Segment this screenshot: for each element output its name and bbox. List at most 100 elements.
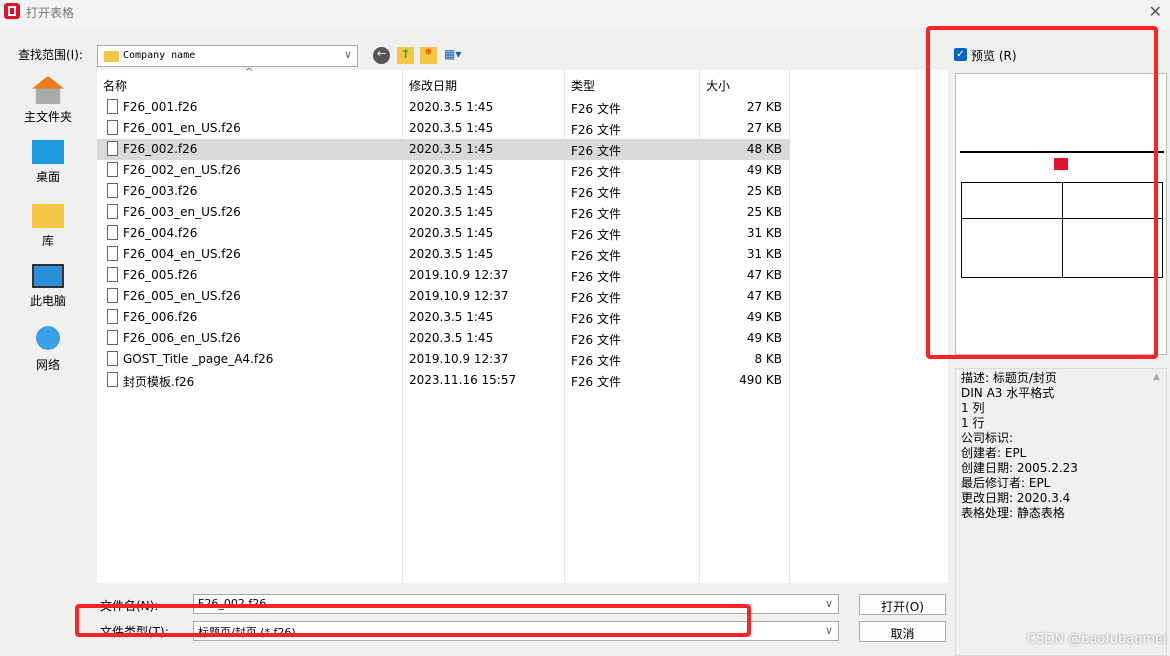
header-date[interactable]: 修改日期 <box>409 77 457 94</box>
file-size: 27 KB <box>746 100 782 114</box>
header-size[interactable]: 大小 <box>706 77 730 94</box>
file-icon <box>107 246 118 261</box>
folder-icon <box>104 51 119 62</box>
watermark: CSDN @baofubaomei <box>1027 632 1167 647</box>
file-row[interactable]: 封页模板.f26 2023.11.16 15:57 F26 文件 490 KB <box>97 370 790 391</box>
scroll-up-icon[interactable]: ▲ <box>1153 372 1160 382</box>
file-name: F26_002.f26 <box>123 142 198 156</box>
place-desktop[interactable]: 桌面 <box>8 140 88 185</box>
description-line: 1 行 <box>961 416 985 430</box>
annotation-highlight <box>926 26 1158 359</box>
place-network[interactable]: 网络 <box>8 324 88 373</box>
file-type: F26 文件 <box>571 249 621 263</box>
cancel-button[interactable]: 取消 <box>859 621 946 642</box>
file-name: GOST_Title _page_A4.f26 <box>123 352 274 366</box>
description-line: 最后修订者: EPL <box>961 476 1051 490</box>
file-row[interactable]: F26_003_en_US.f26 2020.3.5 1:45 F26 文件 2… <box>97 202 790 223</box>
file-name: F26_005_en_US.f26 <box>123 289 241 303</box>
place-computer[interactable]: 此电脑 <box>8 264 88 309</box>
place-label: 此电脑 <box>29 294 66 308</box>
place-label: 网络 <box>35 358 60 372</box>
file-name: F26_006.f26 <box>123 310 198 324</box>
file-row[interactable]: F26_002.f26 2020.3.5 1:45 F26 文件 48 KB <box>97 139 790 160</box>
open-button[interactable]: 打开(O) <box>859 594 946 615</box>
file-date: 2020.3.5 1:45 <box>409 205 494 219</box>
file-size: 31 KB <box>746 226 782 240</box>
file-date: 2019.10.9 12:37 <box>409 289 509 303</box>
app-icon <box>4 3 20 19</box>
file-size: 47 KB <box>746 268 782 282</box>
close-button[interactable]: ✕ <box>1149 2 1162 21</box>
file-size: 31 KB <box>746 247 782 261</box>
file-name: F26_004_en_US.f26 <box>123 247 241 261</box>
file-icon <box>107 351 118 366</box>
file-icon <box>107 267 118 282</box>
file-type: F26 文件 <box>571 228 621 242</box>
file-icon <box>107 141 118 156</box>
file-row[interactable]: F26_006_en_US.f26 2020.3.5 1:45 F26 文件 4… <box>97 328 790 349</box>
file-size: 490 KB <box>739 373 782 387</box>
file-icon <box>107 288 118 303</box>
file-size: 47 KB <box>746 289 782 303</box>
description-line: 创建日期: 2005.2.23 <box>961 461 1078 475</box>
file-row[interactable]: F26_005_en_US.f26 2019.10.9 12:37 F26 文件… <box>97 286 790 307</box>
chevron-down-icon[interactable]: ∨ <box>825 597 833 610</box>
file-icon <box>107 372 118 387</box>
file-row[interactable]: GOST_Title _page_A4.f26 2019.10.9 12:37 … <box>97 349 790 370</box>
file-row[interactable]: F26_003.f26 2020.3.5 1:45 F26 文件 25 KB <box>97 181 790 202</box>
file-date: 2020.3.5 1:45 <box>409 247 494 261</box>
file-date: 2020.3.5 1:45 <box>409 331 494 345</box>
file-type: F26 文件 <box>571 165 621 179</box>
description-line: 表格处理: 静态表格 <box>961 506 1065 520</box>
description-line: DIN A3 水平格式 <box>961 386 1055 400</box>
file-date: 2020.3.5 1:45 <box>409 142 494 156</box>
file-date: 2019.10.9 12:37 <box>409 268 509 282</box>
up-folder-icon[interactable]: ↑ <box>397 47 414 64</box>
file-date: 2020.3.5 1:45 <box>409 226 494 240</box>
file-type: F26 文件 <box>571 375 621 389</box>
header-name[interactable]: 名称 <box>103 77 127 94</box>
new-folder-icon[interactable]: ✸ <box>420 47 437 64</box>
place-home[interactable]: 主文件夹 <box>8 76 88 125</box>
file-date: 2020.3.5 1:45 <box>409 121 494 135</box>
file-date: 2020.3.5 1:45 <box>409 100 494 114</box>
home-icon <box>32 76 64 104</box>
file-row[interactable]: F26_002_en_US.f26 2020.3.5 1:45 F26 文件 4… <box>97 160 790 181</box>
file-size: 49 KB <box>746 331 782 345</box>
place-library[interactable]: 库 <box>8 204 88 249</box>
file-list[interactable]: 名称 ^ 修改日期 类型 大小 F26_001.f26 2020.3.5 1:4… <box>97 67 948 583</box>
title-bar <box>0 0 1170 26</box>
file-icon <box>107 183 118 198</box>
desktop-icon <box>32 140 64 164</box>
description-line: 更改日期: 2020.3.4 <box>961 491 1071 505</box>
view-menu-icon[interactable]: ▦▾ <box>444 47 468 64</box>
file-name: 封页模板.f26 <box>123 375 195 389</box>
description-line: 创建者: EPL <box>961 446 1027 460</box>
file-row[interactable]: F26_004.f26 2020.3.5 1:45 F26 文件 31 KB <box>97 223 790 244</box>
file-row[interactable]: F26_006.f26 2020.3.5 1:45 F26 文件 49 KB <box>97 307 790 328</box>
file-size: 8 KB <box>754 352 782 366</box>
file-name: F26_003_en_US.f26 <box>123 205 241 219</box>
file-row[interactable]: F26_001.f26 2020.3.5 1:45 F26 文件 27 KB <box>97 97 790 118</box>
window-title: 打开表格 <box>26 6 75 20</box>
file-type: F26 文件 <box>571 270 621 284</box>
file-row[interactable]: F26_001_en_US.f26 2020.3.5 1:45 F26 文件 2… <box>97 118 790 139</box>
file-icon <box>107 162 118 177</box>
file-row[interactable]: F26_005.f26 2019.10.9 12:37 F26 文件 47 KB <box>97 265 790 286</box>
description-line: 公司标识: <box>961 431 1014 445</box>
back-icon[interactable]: ← <box>373 47 390 64</box>
chevron-down-icon[interactable]: ∨ <box>825 624 833 637</box>
place-label: 库 <box>41 234 54 248</box>
file-type: F26 文件 <box>571 186 621 200</box>
file-name: F26_001.f26 <box>123 100 198 114</box>
look-in-dropdown[interactable]: Company name ∨ <box>97 45 358 67</box>
file-date: 2020.3.5 1:45 <box>409 184 494 198</box>
header-type[interactable]: 类型 <box>571 77 595 94</box>
file-name: F26_004.f26 <box>123 226 198 240</box>
network-icon <box>32 324 64 352</box>
file-date: 2020.3.5 1:45 <box>409 310 494 324</box>
file-type: F26 文件 <box>571 333 621 347</box>
file-type: F26 文件 <box>571 144 621 158</box>
file-row[interactable]: F26_004_en_US.f26 2020.3.5 1:45 F26 文件 3… <box>97 244 790 265</box>
look-in-label: 查找范围(I): <box>18 48 83 62</box>
